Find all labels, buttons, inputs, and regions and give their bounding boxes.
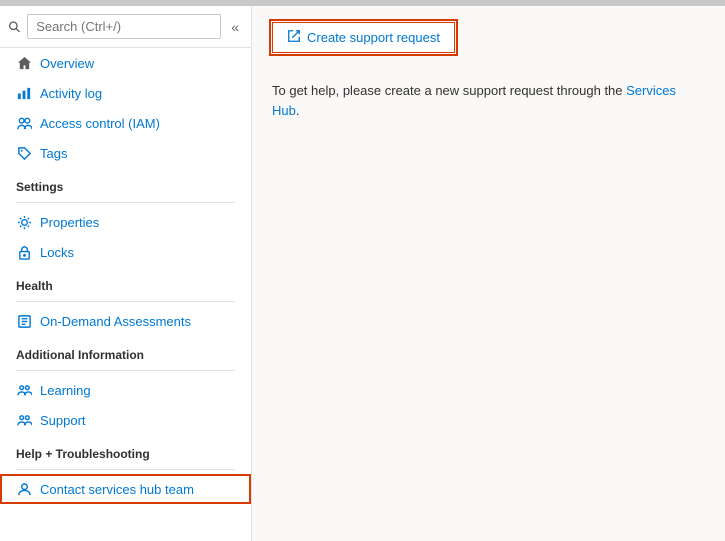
chart-icon (16, 85, 32, 101)
settings-section-label: Settings (0, 168, 251, 198)
sidebar-item-label: On-Demand Assessments (40, 314, 191, 329)
sidebar-item-label: Locks (40, 245, 74, 260)
help-section-label: Help + Troubleshooting (0, 435, 251, 465)
sidebar-item-label: Overview (40, 56, 94, 71)
help-divider (16, 469, 235, 470)
search-icon (8, 20, 21, 34)
settings-divider (16, 202, 235, 203)
sidebar-item-locks[interactable]: Locks (0, 237, 251, 267)
create-support-button[interactable]: Create support request (272, 22, 455, 53)
collapse-button[interactable]: « (227, 17, 243, 37)
sidebar-item-label: Tags (40, 146, 67, 161)
sidebar-item-on-demand[interactable]: On-Demand Assessments (0, 306, 251, 336)
search-bar: « (0, 6, 251, 48)
support-icon (16, 412, 32, 428)
sidebar-item-tags[interactable]: Tags (0, 138, 251, 168)
sidebar-item-label: Support (40, 413, 86, 428)
additional-section-label: Additional Information (0, 336, 251, 366)
sidebar-item-iam[interactable]: Access control (IAM) (0, 108, 251, 138)
sidebar-item-label: Contact services hub team (40, 482, 194, 497)
help-text: To get help, please create a new support… (272, 81, 705, 120)
home-icon (16, 55, 32, 71)
search-input[interactable] (27, 14, 221, 39)
sidebar-item-properties[interactable]: Properties (0, 207, 251, 237)
contact-icon (16, 481, 32, 497)
sidebar-item-overview[interactable]: Overview (0, 48, 251, 78)
lock-icon (16, 244, 32, 260)
main-layout: « Overview Activity log (0, 6, 725, 541)
additional-divider (16, 370, 235, 371)
tag-icon (16, 145, 32, 161)
learning-icon (16, 382, 32, 398)
sidebar-item-learning[interactable]: Learning (0, 375, 251, 405)
properties-icon (16, 214, 32, 230)
services-hub-link[interactable]: Services Hub (272, 83, 676, 118)
sidebar-item-support[interactable]: Support (0, 405, 251, 435)
sidebar-item-contact[interactable]: Contact services hub team (0, 474, 251, 504)
health-section-label: Health (0, 267, 251, 297)
sidebar-item-label: Properties (40, 215, 99, 230)
action-bar: Create support request (272, 22, 705, 53)
iam-icon (16, 115, 32, 131)
sidebar-item-label: Activity log (40, 86, 102, 101)
assessment-icon (16, 313, 32, 329)
external-link-icon (287, 29, 301, 46)
create-support-button-label: Create support request (307, 30, 440, 45)
sidebar-item-label: Access control (IAM) (40, 116, 160, 131)
sidebar-item-activity-log[interactable]: Activity log (0, 78, 251, 108)
content-area: Create support request To get help, plea… (252, 6, 725, 541)
sidebar-item-label: Learning (40, 383, 91, 398)
sidebar: « Overview Activity log (0, 6, 252, 541)
health-divider (16, 301, 235, 302)
